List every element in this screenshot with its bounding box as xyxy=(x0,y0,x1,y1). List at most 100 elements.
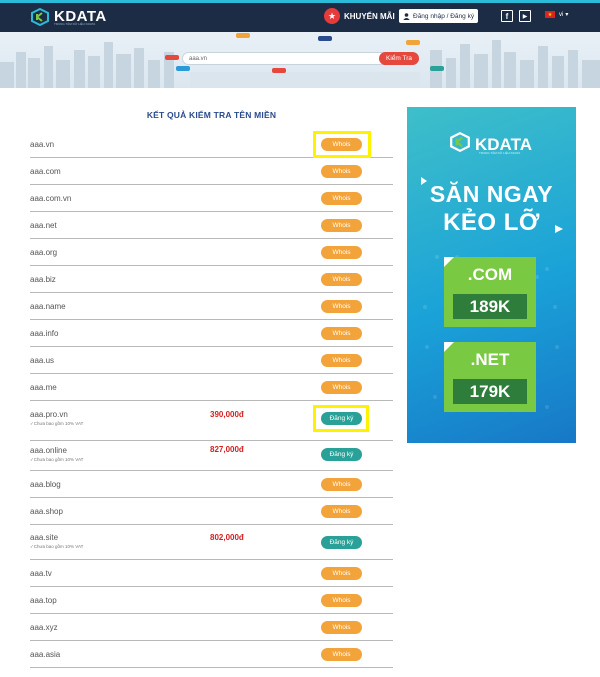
user-icon xyxy=(403,12,410,20)
domain-name: aaa.us xyxy=(30,356,55,365)
table-row: aaa.blog Whois xyxy=(30,471,393,498)
ad-headline: SĂN NGAY xyxy=(429,181,554,207)
facebook-icon[interactable]: f xyxy=(501,10,513,22)
domain-name: aaa.blog xyxy=(30,480,61,489)
whois-button[interactable]: Whois xyxy=(321,219,362,232)
domain-name: aaa.pro.vn xyxy=(30,410,68,419)
ad-logo-tagline: TRUNG TÂM DỮ LIỆU KDATA xyxy=(479,151,521,155)
offer-extension: .COM xyxy=(467,265,513,284)
domain-name: aaa.info xyxy=(30,329,59,338)
logo-tagline: TRUNG TÂM DỮ LIỆU KDATA xyxy=(54,22,96,26)
results-title: KẾT QUẢ KIỂM TRA TÊN MIỀN xyxy=(146,110,277,120)
gift-icon: ★ xyxy=(324,8,340,24)
domain-name: aaa.top xyxy=(30,596,57,605)
check-domain-button[interactable]: Kiểm Tra xyxy=(379,52,419,65)
domain-name: aaa.com.vn xyxy=(30,194,72,203)
table-row: aaa.org Whois xyxy=(30,239,393,266)
domain-name: aaa.vn xyxy=(30,140,55,149)
vat-note: ✓Chưa bao gồm 10% VAT xyxy=(30,544,84,549)
whois-button[interactable]: Whois xyxy=(321,621,362,634)
table-row: aaa.xyz Whois xyxy=(30,614,393,641)
domain-name: aaa.shop xyxy=(30,507,63,516)
domain-name: aaa.biz xyxy=(30,275,56,284)
table-row: aaa.asia Whois xyxy=(30,641,393,668)
offer-price: 179K xyxy=(453,379,527,404)
whois-button[interactable]: Whois xyxy=(321,381,362,394)
domain-price: 390,000đ xyxy=(210,410,244,419)
table-row: aaa.net Whois xyxy=(30,212,393,239)
table-row: aaa.shop Whois xyxy=(30,498,393,525)
domain-name: aaa.org xyxy=(30,248,58,257)
kdata-logo-icon xyxy=(449,131,471,157)
site-logo[interactable]: KDATA TRUNG TÂM DỮ LIỆU KDATA xyxy=(30,7,107,27)
table-row: aaa.top Whois xyxy=(30,587,393,614)
offer-extension: .NET xyxy=(470,350,510,369)
whois-button[interactable]: Whois xyxy=(321,594,362,607)
whois-button[interactable]: Whois xyxy=(321,648,362,661)
table-row: aaa.site ✓Chưa bao gồm 10% VAT 802,000đ … xyxy=(30,525,393,560)
domain-name: aaa.xyz xyxy=(30,623,58,632)
domain-price: 802,000đ xyxy=(210,533,244,542)
whois-button[interactable]: Whois xyxy=(321,505,362,518)
whois-button[interactable]: Whois xyxy=(321,246,362,259)
domain-price: 827,000đ xyxy=(210,445,244,454)
table-row: aaa.biz Whois xyxy=(30,266,393,293)
promo-link[interactable]: ★ KHUYẾN MÃI xyxy=(324,8,395,24)
domain-name: aaa.online xyxy=(30,446,67,455)
tld-tag-decoration xyxy=(430,66,444,71)
top-navigation-bar: KDATA TRUNG TÂM DỮ LIỆU KDATA ★ KHUYẾN M… xyxy=(0,0,600,32)
whois-button[interactable]: Whois xyxy=(321,327,362,340)
top-accent-stripe xyxy=(0,0,600,3)
domain-search-input[interactable] xyxy=(189,53,369,64)
language-label: vi xyxy=(559,11,564,18)
table-row: aaa.us Whois xyxy=(30,347,393,374)
ad-offer-card: .COM 189K xyxy=(444,257,536,327)
whois-button[interactable]: Whois xyxy=(321,273,362,286)
vat-note: ✓Chưa bao gồm 10% VAT xyxy=(30,457,84,462)
ad-logo-text: KDATA xyxy=(475,135,532,154)
domain-name: aaa.tv xyxy=(30,569,52,578)
chevron-down-icon: ▾ xyxy=(565,12,569,18)
domain-name: aaa.asia xyxy=(30,650,61,659)
login-label: Đăng nhập / Đăng ký xyxy=(413,12,475,20)
tld-tag-decoration xyxy=(272,68,286,73)
tld-tag-decoration xyxy=(236,33,250,38)
whois-button[interactable]: Whois xyxy=(321,192,362,205)
table-row: aaa.com.vn Whois xyxy=(30,185,393,212)
vat-note: ✓Chưa bao gồm 10% VAT xyxy=(30,421,84,426)
vietnam-flag-icon: ★ xyxy=(545,11,555,18)
table-row: aaa.com Whois xyxy=(30,158,393,185)
language-selector[interactable]: ★ vi ▾ xyxy=(545,11,568,18)
domain-name: aaa.name xyxy=(30,302,66,311)
tld-tag-decoration xyxy=(176,66,190,71)
whois-button[interactable]: Whois xyxy=(321,567,362,580)
offer-price: 189K xyxy=(453,294,527,319)
whois-button[interactable]: Whois xyxy=(321,478,362,491)
highlight-box xyxy=(313,131,371,158)
table-row: aaa.info Whois xyxy=(30,320,393,347)
whois-button[interactable]: Whois xyxy=(321,165,362,178)
kdata-logo-icon xyxy=(30,7,50,27)
register-button[interactable]: Đăng ký xyxy=(321,448,362,461)
register-button[interactable]: Đăng ký xyxy=(321,536,362,549)
youtube-icon[interactable]: ▶ xyxy=(519,10,531,22)
table-row: aaa.name Whois xyxy=(30,293,393,320)
ad-subheadline: KẺO LỠ xyxy=(443,209,540,236)
ad-offer-card: .NET 179K xyxy=(444,342,536,412)
highlight-box xyxy=(313,405,369,432)
tld-tag-decoration xyxy=(165,55,179,60)
tld-tag-decoration xyxy=(406,40,420,45)
table-row: aaa.online ✓Chưa bao gồm 10% VAT 827,000… xyxy=(30,441,393,471)
table-row: aaa.me Whois xyxy=(30,374,393,401)
whois-button[interactable]: Whois xyxy=(321,354,362,367)
table-row: aaa.tv Whois xyxy=(30,560,393,587)
promo-ad-banner[interactable]: KDATA TRUNG TÂM DỮ LIỆU KDATA SĂN NGAY K… xyxy=(407,107,576,443)
login-button[interactable]: Đăng nhập / Đăng ký xyxy=(399,9,479,23)
domain-name: aaa.me xyxy=(30,383,57,392)
tld-tag-decoration xyxy=(318,36,332,41)
domain-name: aaa.com xyxy=(30,167,61,176)
whois-button[interactable]: Whois xyxy=(321,300,362,313)
domain-name: aaa.net xyxy=(30,221,57,230)
promo-label: KHUYẾN MÃI xyxy=(344,11,395,21)
domain-search-box: Kiểm Tra xyxy=(182,52,419,65)
